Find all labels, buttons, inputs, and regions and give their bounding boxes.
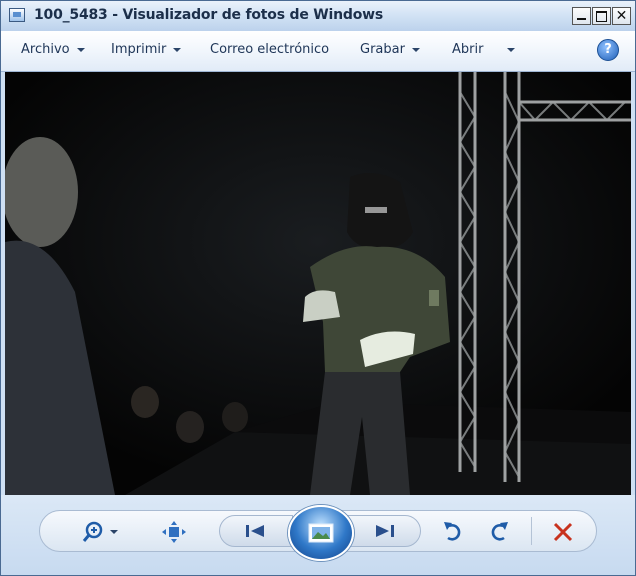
- photo-image: [5, 72, 631, 495]
- window-title: 100_5483 - Visualizador de fotos de Wind…: [34, 7, 384, 23]
- next-icon: [376, 525, 394, 537]
- navigation-bar: [1, 495, 635, 575]
- photo-display[interactable]: [5, 72, 631, 495]
- toolbar-separator: [531, 517, 532, 545]
- zoom-button[interactable]: [79, 521, 123, 543]
- rotate-counterclockwise-icon: [444, 522, 461, 541]
- app-icon: [9, 8, 25, 22]
- menu-correo-label: Correo electrónico: [210, 42, 330, 57]
- chevron-down-icon: [173, 47, 182, 52]
- chevron-down-icon: [76, 47, 85, 52]
- help-button[interactable]: ?: [597, 39, 619, 61]
- menu-archivo-label: Archivo: [21, 42, 70, 57]
- actual-size-icon: [162, 521, 186, 543]
- menu-correo[interactable]: Correo electrónico: [210, 42, 329, 57]
- maximize-icon: [593, 8, 610, 24]
- menu-bar: Archivo Imprimir Correo electrónico Grab…: [1, 31, 635, 72]
- zoom-magnifier-icon: [82, 521, 118, 542]
- close-button[interactable]: ✕: [612, 7, 631, 25]
- menu-imprimir[interactable]: Imprimir: [111, 42, 182, 57]
- menu-grabar[interactable]: Grabar: [360, 42, 420, 57]
- photo-viewer-window: 100_5483 - Visualizador de fotos de Wind…: [0, 0, 636, 576]
- menu-archivo[interactable]: Archivo: [21, 42, 85, 57]
- minimize-icon: [573, 8, 590, 24]
- title-bar[interactable]: 100_5483 - Visualizador de fotos de Wind…: [1, 1, 635, 31]
- window-controls: ✕: [572, 7, 631, 27]
- next-button[interactable]: [347, 515, 421, 547]
- menu-abrir[interactable]: Abrir: [452, 42, 516, 57]
- maximize-button[interactable]: [592, 7, 611, 25]
- rotate-left-button[interactable]: [441, 519, 465, 545]
- previous-button[interactable]: [219, 515, 293, 547]
- rotate-right-button[interactable]: [487, 519, 511, 545]
- chevron-down-icon: [411, 47, 420, 52]
- menu-grabar-label: Grabar: [360, 42, 405, 57]
- menu-imprimir-label: Imprimir: [111, 42, 167, 57]
- previous-icon: [246, 525, 264, 537]
- delete-button[interactable]: [549, 519, 577, 545]
- menu-abrir-label: Abrir: [452, 42, 484, 57]
- rotate-clockwise-icon: [491, 522, 508, 541]
- slideshow-icon: [308, 523, 334, 543]
- delete-icon: [553, 522, 573, 542]
- chevron-down-icon: [507, 47, 516, 52]
- minimize-button[interactable]: [572, 7, 591, 25]
- slideshow-button[interactable]: [288, 505, 354, 561]
- close-icon: ✕: [615, 8, 628, 24]
- actual-size-button[interactable]: [161, 521, 187, 543]
